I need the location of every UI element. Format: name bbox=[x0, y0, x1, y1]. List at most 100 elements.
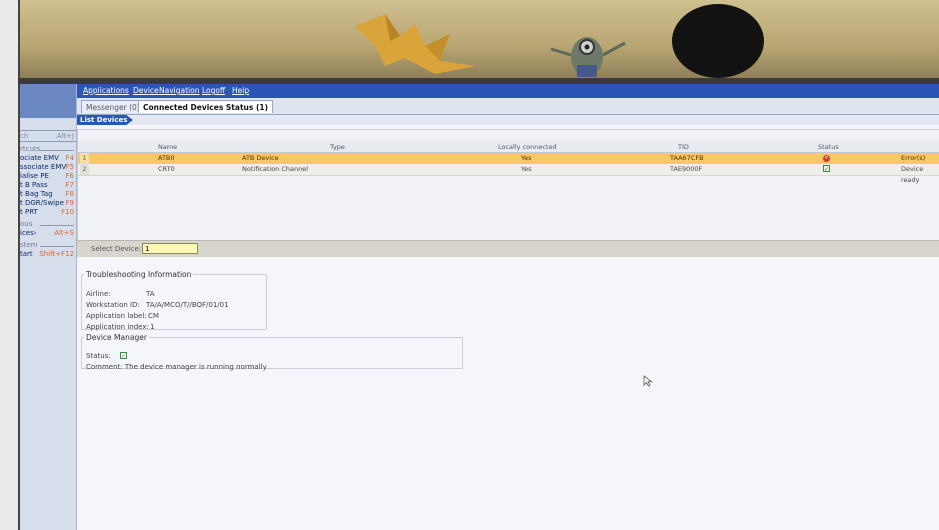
field-label: Airline: bbox=[86, 290, 111, 298]
device-manager-panel: Device Manager Status: ✓ Comment: The dev… bbox=[81, 333, 463, 371]
sidebar-search-key: Alt+J bbox=[56, 132, 74, 140]
field-application-label: Application label: CM bbox=[86, 312, 159, 320]
column-header-locally-connected[interactable]: Locally connected bbox=[498, 143, 557, 151]
select-device-input[interactable] bbox=[142, 243, 198, 254]
sidebar-item-label: tart bbox=[20, 250, 33, 258]
cell-name: ATB0 bbox=[158, 154, 175, 162]
cell-locally-connected: Yes bbox=[521, 165, 532, 173]
sidebar-section-system: stem bbox=[20, 241, 76, 250]
row-number: 2 bbox=[80, 164, 89, 175]
field-label: Application index: bbox=[86, 323, 149, 331]
sidebar-item-dissociate-emv[interactable]: ssociate EMV F5 bbox=[20, 163, 76, 172]
sidebar-item-label: ssociate EMV bbox=[20, 163, 67, 171]
field-label: Workstation ID: bbox=[86, 301, 140, 309]
shortcut-key: F9 bbox=[65, 199, 74, 207]
column-header-name[interactable]: Name bbox=[158, 143, 177, 151]
field-workstation-id: Workstation ID: TA/A/MCO/T//BOF/01/01 bbox=[86, 301, 229, 309]
shortcut-key: F6 bbox=[65, 172, 74, 180]
cell-name: CRT0 bbox=[158, 165, 175, 173]
sidebar-item-test-bag-tag[interactable]: t Bag Tag F8 bbox=[20, 190, 76, 199]
menu-device[interactable]: Device bbox=[133, 86, 159, 95]
cell-tid: TAA67CFB bbox=[670, 154, 704, 162]
menu-applications[interactable]: Applications bbox=[83, 86, 129, 95]
troubleshooting-title: Troubleshooting Information bbox=[86, 270, 192, 279]
sidebar-item-label: t Bag Tag bbox=[20, 190, 53, 198]
section-header: List Devices bbox=[77, 115, 939, 125]
field-value: 1 bbox=[150, 323, 155, 331]
menu-bar: Applications Device Navigation Logoff He… bbox=[77, 84, 939, 98]
black-round-object bbox=[672, 4, 764, 78]
column-header-type[interactable]: Type bbox=[330, 143, 345, 151]
troubleshooting-panel: Troubleshooting Information Airline: TA W… bbox=[81, 270, 267, 331]
shortcut-key: F10 bbox=[61, 208, 74, 216]
section-divider bbox=[40, 150, 74, 151]
sidebar-item-label: t B Pass bbox=[20, 181, 48, 189]
sidebar-item-label: t DGR/Swipe bbox=[20, 199, 64, 207]
sidebar-section-shortcuts: rtcuts bbox=[20, 145, 76, 154]
sidebar-section-label: stem bbox=[20, 241, 38, 249]
table-row[interactable]: 1 ATB0 ATB Device Yes TAA67CFB ✕ Error(s… bbox=[78, 153, 939, 173]
section-title-list-devices: List Devices bbox=[77, 115, 133, 125]
section-divider bbox=[40, 246, 74, 247]
select-device-label: Select Device: bbox=[91, 245, 142, 253]
sidebar-section-various: ous bbox=[20, 220, 76, 229]
main-content: Applications Device Navigation Logoff He… bbox=[77, 84, 939, 530]
field-value: TA/A/MCO/T//BOF/01/01 bbox=[146, 301, 229, 309]
mouse-pointer-icon bbox=[643, 375, 653, 387]
column-header-tid[interactable]: TID bbox=[678, 143, 689, 151]
sidebar-item-restart[interactable]: tart Shift+F12 bbox=[20, 250, 76, 259]
field-value: The device manager is running normally bbox=[124, 363, 267, 371]
minion-figure-decoration bbox=[550, 37, 626, 77]
cell-tid: TAE9000F bbox=[670, 165, 703, 173]
row-number: 1 bbox=[80, 153, 89, 164]
sidebar-item-test-dgr-swipe[interactable]: t DGR/Swipe F9 bbox=[20, 199, 76, 208]
device-manager-comment: Comment: The device manager is running n… bbox=[86, 363, 267, 371]
shortcut-key: F5 bbox=[65, 163, 74, 171]
sidebar-header-strip bbox=[20, 84, 76, 118]
select-device-bar: Select Device: bbox=[77, 240, 939, 257]
ok-checkmark-icon: ✓ bbox=[120, 352, 127, 360]
error-status-icon: ✕ bbox=[823, 155, 830, 162]
tab-messenger[interactable]: Messenger (0) bbox=[81, 100, 145, 113]
cell-message: Device ready bbox=[901, 165, 924, 184]
field-value: CM bbox=[148, 312, 159, 320]
cell-type: ATB Device bbox=[242, 154, 279, 162]
tab-connected-devices-status[interactable]: Connected Devices Status (1) bbox=[138, 100, 274, 113]
shortcut-key: F7 bbox=[65, 181, 74, 189]
shortcut-key: F8 bbox=[65, 190, 74, 198]
origami-dragon-decoration bbox=[355, 14, 475, 74]
field-label: Comment: bbox=[86, 363, 123, 371]
sidebar-item-initialise-pe[interactable]: ialise PE F6 bbox=[20, 172, 76, 181]
sidebar-search-label: ch bbox=[20, 132, 29, 140]
field-label: Application label: bbox=[86, 312, 147, 320]
table-row[interactable]: 2 CRT0 Notification Channel Yes TAE9000F… bbox=[78, 164, 939, 184]
device-manager-title: Device Manager bbox=[86, 333, 147, 342]
column-header-status[interactable]: Status bbox=[818, 143, 839, 151]
field-airline: Airline: TA bbox=[86, 290, 155, 298]
sidebar: ch Alt+J rtcuts ociate EMV F4 ssociate EM… bbox=[20, 84, 77, 530]
field-value: TA bbox=[146, 290, 155, 298]
sidebar-section-label: rtcuts bbox=[20, 145, 41, 153]
sidebar-item-label: ices› bbox=[20, 229, 37, 237]
sidebar-item-test-b-pass[interactable]: t B Pass F7 bbox=[20, 181, 76, 190]
sidebar-item-devices[interactable]: ices› Alt+S bbox=[20, 229, 76, 238]
shortcut-key: Alt+S bbox=[54, 229, 74, 237]
shortcut-key: F4 bbox=[65, 154, 74, 162]
menu-help[interactable]: Help bbox=[232, 86, 249, 95]
tab-bar: Messenger (0) Connected Devices Status (… bbox=[77, 98, 939, 115]
ok-checkmark-icon: ✓ bbox=[823, 165, 830, 173]
sidebar-item-test-prt[interactable]: t PRT F10 bbox=[20, 208, 76, 217]
sidebar-item-associate-emv[interactable]: ociate EMV F4 bbox=[20, 154, 76, 163]
photo-background: ch Alt+J rtcuts ociate EMV F4 ssociate EM… bbox=[0, 0, 939, 530]
shortcut-key: Shift+F12 bbox=[39, 250, 74, 258]
menu-navigation[interactable]: Navigation bbox=[159, 86, 199, 95]
section-divider bbox=[40, 225, 74, 226]
sidebar-search[interactable]: ch Alt+J bbox=[20, 130, 76, 142]
sidebar-section-label: ous bbox=[20, 220, 33, 228]
field-application-index: Application index: 1 bbox=[86, 323, 154, 331]
menu-logoff[interactable]: Logoff bbox=[202, 86, 225, 95]
sidebar-item-label: t PRT bbox=[20, 208, 38, 216]
monitor-bezel-left bbox=[0, 0, 20, 530]
application-screen: ch Alt+J rtcuts ociate EMV F4 ssociate EM… bbox=[20, 84, 939, 530]
table-header: Name Type Locally connected TID Status bbox=[78, 141, 939, 153]
